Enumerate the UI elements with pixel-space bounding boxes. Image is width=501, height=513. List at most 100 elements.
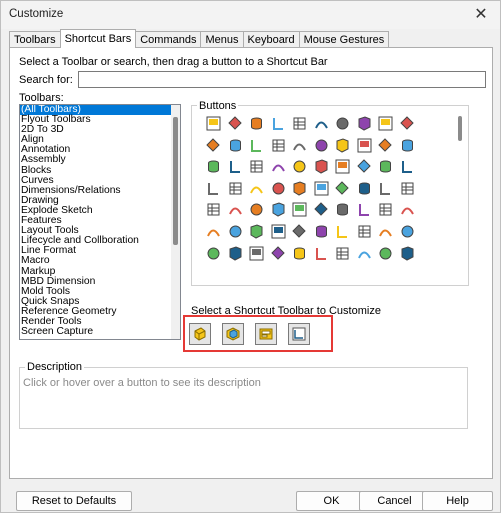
hand-icon[interactable] — [313, 223, 330, 240]
grid-icon[interactable] — [248, 137, 265, 154]
table-grid-icon[interactable] — [399, 158, 416, 175]
toolbar-list-item[interactable]: Macro — [20, 256, 180, 266]
align-icon[interactable] — [270, 137, 287, 154]
tab-commands[interactable]: Commands — [135, 31, 202, 48]
pen-icon[interactable] — [377, 137, 394, 154]
stripes-icon[interactable] — [399, 223, 416, 240]
color-ball-icon[interactable] — [356, 223, 373, 240]
scanner-icon[interactable] — [334, 180, 351, 197]
tab-toolbars[interactable]: Toolbars — [9, 31, 61, 48]
buttons-icon-grid — [205, 115, 420, 266]
drawing-shortcut-button[interactable] — [255, 323, 277, 345]
window-title: Customize — [9, 8, 64, 20]
tab-menus[interactable]: Menus — [200, 31, 244, 48]
tab-mouse-gestures[interactable]: Mouse Gestures — [298, 31, 390, 48]
reset-defaults-button[interactable]: Reset to Defaults — [16, 491, 132, 511]
ok-button[interactable]: OK — [296, 491, 367, 511]
description-label: Description — [25, 361, 85, 373]
cut-icon[interactable] — [291, 201, 308, 218]
tree-icon[interactable] — [356, 201, 373, 218]
table-small-icon[interactable] — [399, 137, 416, 154]
sketch-shortcut-button[interactable] — [288, 323, 310, 345]
part-icon[interactable] — [205, 137, 222, 154]
key-icon[interactable] — [205, 245, 222, 262]
close-icon[interactable]: ✕ — [470, 4, 492, 24]
document-icon[interactable] — [270, 180, 287, 197]
insert-picture-icon[interactable] — [205, 115, 222, 132]
cylinder-icon[interactable] — [313, 137, 330, 154]
spline-icon[interactable] — [313, 115, 330, 132]
pushpin-icon[interactable] — [270, 115, 287, 132]
text-a-icon[interactable] — [227, 223, 244, 240]
gear-small-icon[interactable] — [313, 201, 330, 218]
curve-icon[interactable] — [313, 158, 330, 175]
hook-icon[interactable] — [205, 201, 222, 218]
save-icon[interactable] — [291, 137, 308, 154]
toolbars-listbox[interactable]: (All Toolbars) Flyout Toolbars 2D To 3D Ali… — [19, 104, 181, 340]
stack-icon[interactable] — [270, 158, 287, 175]
drawing-icon[interactable] — [399, 245, 416, 262]
search-input[interactable] — [78, 71, 486, 88]
line-icon[interactable] — [399, 180, 416, 197]
listbox-scrollbar[interactable] — [171, 105, 180, 339]
eye-icon[interactable] — [205, 223, 222, 240]
customize-dialog: Customize ✕ Toolbars Shortcut Bars Comma… — [0, 0, 501, 513]
ring-icon[interactable] — [291, 158, 308, 175]
buildings-icon[interactable] — [334, 245, 351, 262]
tab-keyboard[interactable]: Keyboard — [242, 31, 300, 48]
tab-shortcut-bars[interactable]: Shortcut Bars — [59, 29, 137, 48]
picture-icon[interactable] — [270, 245, 287, 262]
pins-icon[interactable] — [291, 223, 308, 240]
monitor-icon[interactable] — [248, 223, 265, 240]
drum-icon[interactable] — [399, 201, 416, 218]
arrow-down-icon[interactable] — [377, 245, 394, 262]
cancel-button[interactable]: Cancel — [359, 491, 430, 511]
chain-link-icon[interactable] — [377, 115, 394, 132]
ruler-icon[interactable] — [227, 245, 244, 262]
home-icon[interactable] — [356, 245, 373, 262]
cylinder-small-icon[interactable] — [334, 223, 351, 240]
magnet-icon[interactable] — [356, 158, 373, 175]
part-shortcut-button[interactable] — [189, 323, 211, 345]
image-icon[interactable] — [291, 115, 308, 132]
toolbars-label: Toolbars: — [19, 92, 64, 104]
scrollbar-thumb[interactable] — [173, 117, 178, 245]
funnel-icon[interactable] — [377, 158, 394, 175]
globe-icon[interactable] — [248, 180, 265, 197]
magnify-icon[interactable] — [227, 180, 244, 197]
circle-icon[interactable] — [270, 201, 287, 218]
help-button[interactable]: Help — [422, 491, 493, 511]
pie-icon[interactable] — [334, 158, 351, 175]
arrow-curve-icon[interactable] — [291, 180, 308, 197]
toolbar-list-item[interactable]: 2D To 3D — [20, 124, 180, 135]
flag-icon[interactable] — [377, 201, 394, 218]
bookmark-icon[interactable] — [313, 245, 330, 262]
camera-icon[interactable] — [334, 137, 351, 154]
dimension-icon[interactable] — [270, 223, 287, 240]
block-icon[interactable] — [334, 201, 351, 218]
printer-icon[interactable] — [313, 180, 330, 197]
cube-icon[interactable] — [248, 201, 265, 218]
axis-icon[interactable] — [334, 115, 351, 132]
table-icon[interactable] — [227, 137, 244, 154]
toolbox-icon[interactable] — [205, 180, 222, 197]
assembly-icon[interactable] — [205, 158, 222, 175]
sweep-icon[interactable] — [227, 201, 244, 218]
assembly-shortcut-icon — [226, 327, 240, 341]
text-icon[interactable] — [248, 115, 265, 132]
note-list-icon[interactable] — [227, 115, 244, 132]
part-shortcut-icon — [194, 327, 206, 341]
buttons-scrollbar[interactable] — [458, 116, 462, 141]
color-cube-icon[interactable] — [227, 158, 244, 175]
toolbar-list-item[interactable]: Screen Capture — [20, 326, 180, 337]
corner-icon[interactable] — [248, 158, 265, 175]
image2-icon[interactable] — [291, 245, 308, 262]
chart-icon[interactable] — [377, 223, 394, 240]
layout-icon[interactable] — [399, 115, 416, 132]
bracket-icon[interactable] — [377, 180, 394, 197]
folder-image-icon[interactable] — [356, 115, 373, 132]
box-icon[interactable] — [356, 137, 373, 154]
assembly-shortcut-button[interactable] — [222, 323, 244, 345]
gear-icon[interactable] — [356, 180, 373, 197]
shapes-icon[interactable] — [248, 245, 265, 262]
